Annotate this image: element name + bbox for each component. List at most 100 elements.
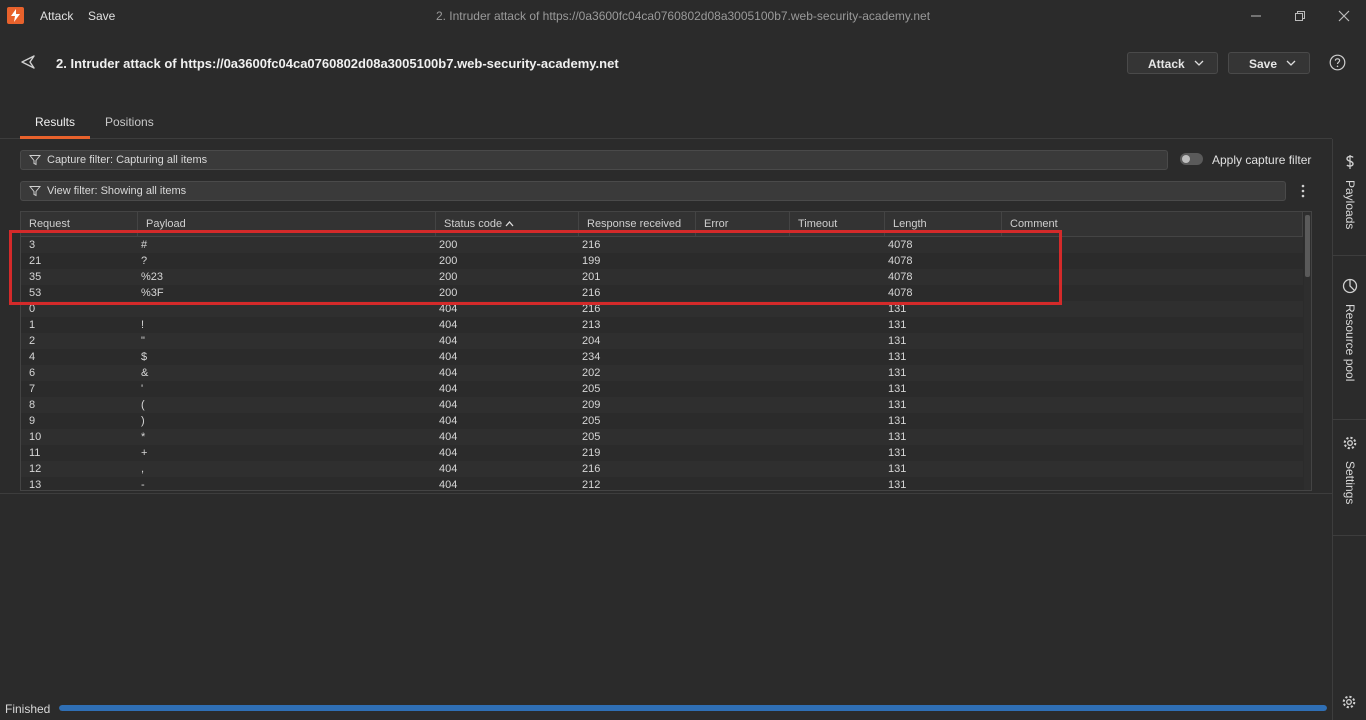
- capture-filter-text: Capture filter: Capturing all items: [47, 154, 208, 166]
- close-button[interactable]: [1334, 6, 1354, 26]
- column-header-timeout[interactable]: Timeout: [790, 212, 885, 237]
- cell-status-code: 404: [439, 431, 458, 443]
- sidebar-item-payloads[interactable]: Payloads: [1333, 154, 1366, 264]
- table-row[interactable]: 12, 404 216 131: [21, 461, 1303, 477]
- sidebar-item-label: Settings: [1343, 461, 1357, 505]
- cell-response-received: 209: [582, 399, 601, 411]
- column-header-length[interactable]: Length: [885, 212, 1002, 237]
- global-settings-gear-icon[interactable]: [1341, 694, 1357, 710]
- cell-request: 21: [29, 255, 42, 267]
- cell-status-code: 200: [439, 271, 458, 283]
- filter-icon: [29, 186, 41, 197]
- cell-request: 35: [29, 271, 42, 283]
- sidebar-separator: [1333, 535, 1366, 536]
- table-row[interactable]: 10 * 404 205 131: [21, 429, 1303, 445]
- column-header-response-received[interactable]: Response received: [579, 212, 696, 237]
- table-row[interactable]: 3 #200 216 4078: [21, 237, 1303, 253]
- cell-status-code: 404: [439, 303, 458, 315]
- table-header: Request Payload Status code Response rec…: [21, 212, 1303, 237]
- table-row[interactable]: 6 & 404 202 131: [21, 365, 1303, 381]
- menu-save[interactable]: Save: [88, 9, 115, 23]
- apply-capture-filter-toggle[interactable]: [1180, 153, 1203, 165]
- menu-attack[interactable]: Attack: [40, 9, 73, 23]
- minimize-button[interactable]: [1246, 6, 1266, 26]
- column-header-request[interactable]: Request: [21, 212, 138, 237]
- more-options-icon[interactable]: [1298, 183, 1308, 199]
- cell-request: 9: [29, 415, 36, 427]
- cell-response-received: 205: [582, 383, 601, 395]
- cell-payload: ': [141, 383, 144, 395]
- restore-button[interactable]: [1290, 6, 1310, 26]
- progress-fill: [59, 705, 1327, 711]
- right-sidebar: Payloads Resource pool Settings: [1332, 139, 1366, 720]
- cell-payload: *: [141, 431, 146, 443]
- cell-length: 131: [888, 319, 907, 331]
- table-row[interactable]: 1! 404 213 131: [21, 317, 1303, 333]
- cell-response-received: 219: [582, 447, 601, 459]
- help-icon[interactable]: [1329, 54, 1346, 71]
- cell-status-code: 404: [439, 463, 458, 475]
- cell-payload: ?: [141, 255, 148, 267]
- sort-ascending-icon: [505, 221, 514, 227]
- cell-status-code: 200: [439, 287, 458, 299]
- sidebar-item-settings[interactable]: Settings: [1333, 435, 1366, 525]
- column-header-error[interactable]: Error: [696, 212, 790, 237]
- column-header-comment[interactable]: Comment: [1002, 212, 1303, 237]
- view-filter-bar[interactable]: View filter: Showing all items: [20, 181, 1286, 201]
- table-row[interactable]: 9) 404 205 131: [21, 413, 1303, 429]
- cell-length: 4078: [888, 271, 913, 283]
- cell-length: 131: [888, 415, 907, 427]
- cell-payload: %3F: [141, 287, 164, 299]
- table-row[interactable]: 21? 200 199 4078: [21, 253, 1303, 269]
- panel-divider[interactable]: [0, 493, 1332, 494]
- table-row[interactable]: 8 (404 209 131: [21, 397, 1303, 413]
- sidebar-item-resource-pool[interactable]: Resource pool: [1333, 278, 1366, 408]
- dollar-icon: [1342, 154, 1358, 170]
- filter-icon: [29, 155, 41, 166]
- table-row[interactable]: 53 %3F 200 216 4078: [21, 285, 1303, 301]
- page-title: 2. Intruder attack of https://0a3600fc04…: [56, 56, 619, 71]
- tab-results[interactable]: Results: [35, 115, 75, 129]
- cell-status-code: 404: [439, 383, 458, 395]
- cell-request: 7: [29, 383, 36, 395]
- sidebar-item-label: Resource pool: [1343, 304, 1357, 382]
- cell-length: 131: [888, 479, 907, 491]
- cell-payload: &: [141, 367, 149, 379]
- table-row[interactable]: 7 ' 404 205 131: [21, 381, 1303, 397]
- cell-request: 2: [29, 335, 36, 347]
- table-row[interactable]: 4 $404 234 131: [21, 349, 1303, 365]
- cell-status-code: 404: [439, 399, 458, 411]
- cell-length: 4078: [888, 287, 913, 299]
- attack-progress-bar: [59, 705, 1327, 711]
- cell-length: 131: [888, 303, 907, 315]
- cell-length: 131: [888, 335, 907, 347]
- back-icon[interactable]: [20, 54, 36, 70]
- column-header-status-code[interactable]: Status code: [436, 212, 579, 237]
- table-row[interactable]: 11 +404 219 131: [21, 445, 1303, 461]
- cell-request: 53: [29, 287, 42, 299]
- table-row[interactable]: 35 %23 200 201 4078: [21, 269, 1303, 285]
- cell-response-received: 216: [582, 463, 601, 475]
- cell-length: 4078: [888, 255, 913, 267]
- table-scrollbar-thumb[interactable]: [1305, 215, 1310, 277]
- cell-length: 131: [888, 351, 907, 363]
- table-row[interactable]: 2 " 404 204 131: [21, 333, 1303, 349]
- results-table: Request Payload Status code Response rec…: [20, 211, 1312, 491]
- chevron-down-icon: [1194, 60, 1204, 66]
- window-title: 2. Intruder attack of https://0a3600fc04…: [435, 9, 931, 23]
- cell-request: 8: [29, 399, 36, 411]
- attack-dropdown-button[interactable]: Attack: [1127, 52, 1218, 74]
- cell-response-received: 213: [582, 319, 601, 331]
- cell-length: 131: [888, 463, 907, 475]
- table-row[interactable]: 0 404 216 131: [21, 301, 1303, 317]
- cell-response-received: 205: [582, 431, 601, 443]
- tab-positions[interactable]: Positions: [105, 115, 154, 129]
- save-dropdown-button[interactable]: Save: [1228, 52, 1310, 74]
- capture-filter-bar[interactable]: Capture filter: Capturing all items: [20, 150, 1168, 170]
- cell-status-code: 200: [439, 255, 458, 267]
- table-row[interactable]: 13 - 404 212 131: [21, 477, 1303, 491]
- cell-payload: ): [141, 415, 145, 427]
- column-header-payload[interactable]: Payload: [138, 212, 436, 237]
- active-tab-indicator: [20, 136, 90, 139]
- cell-request: 6: [29, 367, 36, 379]
